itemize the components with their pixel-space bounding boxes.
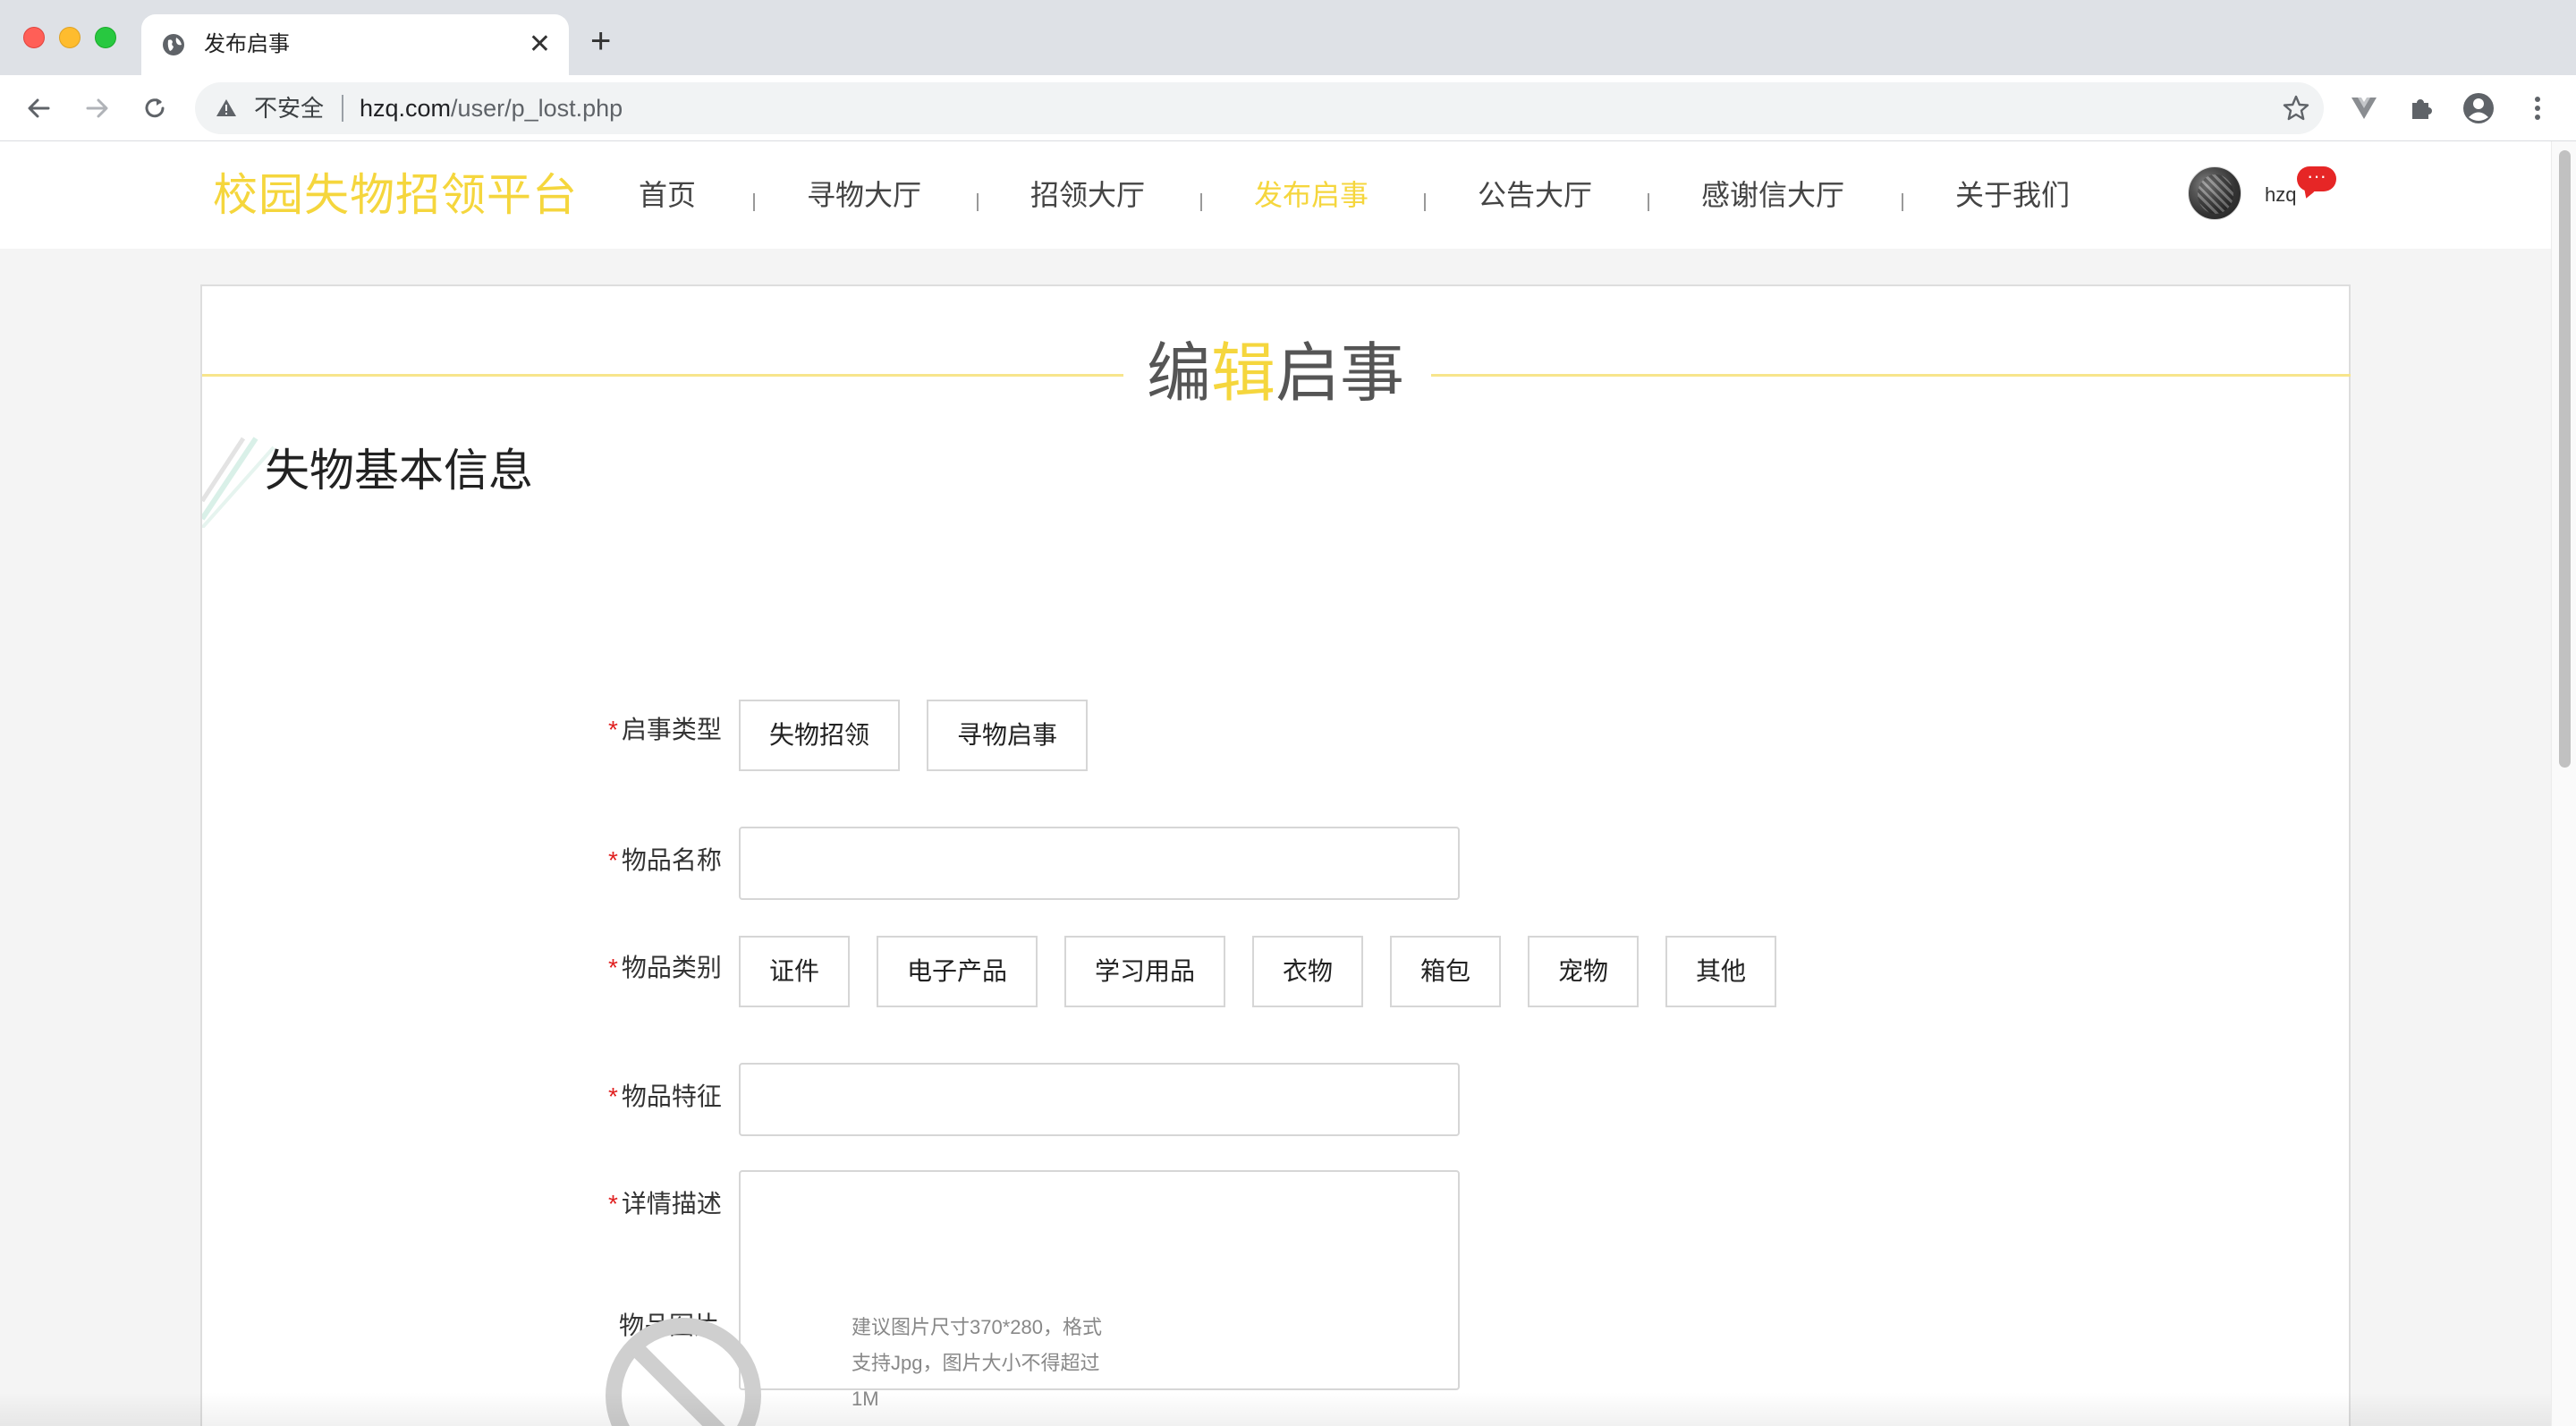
- nav-separator: [977, 193, 979, 211]
- category-label-text: 物品类别: [621, 954, 722, 981]
- address-divider: [342, 95, 343, 122]
- arrow-right-icon: [86, 98, 108, 118]
- section-title: 失物基本信息: [265, 446, 533, 496]
- site-header: 校园失物招领平台 首页 寻物大厅 招领大厅 发布启事 公告大厅 感谢信大厅 关于…: [0, 141, 2551, 249]
- new-tab-button[interactable]: +: [590, 23, 611, 59]
- nav-separator: [753, 193, 755, 211]
- nav-item-publish[interactable]: 发布启事: [1254, 175, 1368, 215]
- required-mark: *: [608, 716, 618, 743]
- nav-item-home[interactable]: 首页: [639, 175, 696, 215]
- bookmark-star-icon[interactable]: [2281, 93, 2311, 123]
- title-rule-left: [202, 374, 1123, 377]
- browser-toolbar: 不安全 hzq.com/user/p_lost.php: [0, 75, 2576, 141]
- arrow-left-icon: [28, 98, 50, 118]
- required-mark: *: [608, 954, 618, 981]
- nav-item-announcements[interactable]: 公告大厅: [1478, 175, 1592, 215]
- nav-separator: [1902, 193, 1903, 211]
- site-logo[interactable]: 校园失物招领平台: [213, 166, 578, 224]
- nav-separator: [1648, 193, 1649, 211]
- extension-v-button[interactable]: [2345, 89, 2383, 127]
- security-status[interactable]: 不安全: [254, 95, 324, 122]
- feature-label-text: 物品特征: [621, 1082, 722, 1110]
- edit-notice-card: 编辑启事 失物基本信息 * 启事类型 失物招领 寻物启事 * 物品名称 * 物品类别 …: [200, 284, 2351, 1426]
- url-host: hzq.com: [360, 95, 452, 122]
- description-label-text: 详情描述: [621, 1190, 722, 1218]
- account-circle-icon: [2463, 93, 2494, 123]
- warning-icon: [216, 99, 236, 116]
- item-name-label-text: 物品名称: [621, 846, 722, 874]
- required-mark: *: [608, 1082, 618, 1110]
- browser-tab-bar: 发布启事 ✕ +: [0, 0, 2576, 75]
- more-vertical-icon: [2535, 97, 2540, 120]
- notice-type-label-text: 启事类型: [621, 716, 722, 743]
- reload-button[interactable]: [136, 89, 174, 127]
- notice-type-option-found[interactable]: 失物招领: [739, 700, 900, 771]
- feature-input[interactable]: [739, 1063, 1460, 1136]
- category-label: * 物品类别: [608, 952, 722, 984]
- address-bar[interactable]: 不安全 hzq.com/user/p_lost.php: [195, 82, 2324, 134]
- username[interactable]: hzq: [2265, 182, 2296, 208]
- description-label: * 详情描述: [608, 1188, 722, 1220]
- required-mark: *: [608, 846, 618, 874]
- feature-label: * 物品特征: [608, 1081, 722, 1113]
- page-title: 编辑启事: [1141, 336, 1410, 412]
- category-option-clothing[interactable]: 衣物: [1252, 936, 1363, 1007]
- category-option-pets[interactable]: 宠物: [1528, 936, 1639, 1007]
- url-text[interactable]: hzq.com/user/p_lost.php: [360, 95, 623, 122]
- puzzle-icon: [2412, 99, 2432, 119]
- window-minimize-button[interactable]: [59, 27, 80, 48]
- nav-item-lost-hall[interactable]: 寻物大厅: [807, 175, 921, 215]
- title-rule-right: [1431, 374, 2351, 377]
- profile-button[interactable]: [2460, 89, 2497, 127]
- nav-separator: [1424, 193, 1426, 211]
- url-path: /user/p_lost.php: [451, 95, 623, 122]
- browser-menu-button[interactable]: [2519, 89, 2556, 127]
- scrollbar-thumb[interactable]: [2559, 150, 2571, 768]
- user-avatar[interactable]: [2188, 166, 2241, 220]
- window-close-button[interactable]: [23, 27, 45, 48]
- back-button[interactable]: [20, 89, 57, 127]
- category-option-electronics[interactable]: 电子产品: [877, 936, 1038, 1007]
- category-option-bags[interactable]: 箱包: [1390, 936, 1501, 1007]
- page-title-prefix: 编: [1146, 338, 1211, 410]
- category-option-other[interactable]: 其他: [1665, 936, 1776, 1007]
- page-title-suffix: 启事: [1275, 338, 1405, 410]
- page-title-highlight: 辑: [1210, 338, 1275, 410]
- nav-item-found-hall[interactable]: 招领大厅: [1030, 175, 1145, 215]
- item-name-input[interactable]: [739, 827, 1460, 900]
- page-scrollbar[interactable]: [2551, 141, 2576, 1426]
- tab-title: 发布启事: [204, 32, 290, 56]
- tab-close-icon[interactable]: ✕: [529, 30, 551, 59]
- vue-devtools-icon: [2351, 98, 2377, 119]
- item-name-label: * 物品名称: [608, 845, 722, 877]
- notice-type-option-lost[interactable]: 寻物启事: [927, 700, 1088, 771]
- window-maximize-button[interactable]: [95, 27, 116, 48]
- forward-button[interactable]: [79, 89, 116, 127]
- reload-icon: [145, 98, 165, 118]
- category-option-stationery[interactable]: 学习用品: [1064, 936, 1225, 1007]
- extensions-button[interactable]: [2402, 89, 2440, 127]
- category-option-id-card[interactable]: 证件: [739, 936, 850, 1007]
- required-mark: *: [608, 1190, 618, 1218]
- nav-item-about[interactable]: 关于我们: [1955, 175, 2070, 215]
- bottom-fade: [0, 1392, 2551, 1426]
- nav-separator: [1200, 193, 1202, 211]
- globe-icon: [163, 34, 184, 55]
- notice-type-label: * 启事类型: [608, 714, 722, 746]
- nav-item-thanks-letters[interactable]: 感谢信大厅: [1701, 175, 1844, 215]
- browser-tab-active[interactable]: 发布启事 ✕: [141, 14, 569, 75]
- page-viewport: 校园失物招领平台 首页 寻物大厅 招领大厅 发布启事 公告大厅 感谢信大厅 关于…: [0, 141, 2576, 1426]
- message-badge[interactable]: ···: [2297, 166, 2336, 191]
